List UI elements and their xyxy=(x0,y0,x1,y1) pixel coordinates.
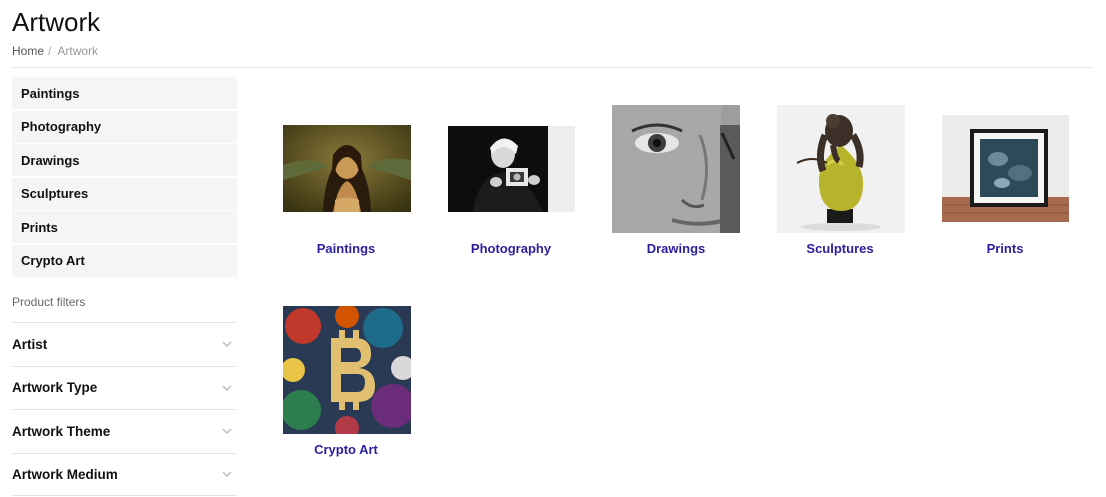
category-drawings[interactable]: Drawings xyxy=(12,144,237,177)
product-label[interactable]: Photography xyxy=(436,241,586,256)
pencil-drawing-of-face-image[interactable] xyxy=(612,105,740,233)
category-paintings[interactable]: Paintings xyxy=(12,77,237,109)
product-card-crypto-art[interactable]: Crypto Art xyxy=(271,305,421,465)
filter-label: Artwork Type xyxy=(12,380,98,396)
category-prints[interactable]: Prints xyxy=(12,211,237,244)
product-card-paintings[interactable]: Paintings xyxy=(271,104,421,264)
chevron-down-icon xyxy=(222,385,232,391)
product-card-photography[interactable]: Photography xyxy=(436,104,586,264)
product-label[interactable]: Sculptures xyxy=(765,241,915,256)
breadcrumb: Home / Artwork xyxy=(12,44,98,58)
mona-lisa-painting-image[interactable] xyxy=(283,125,411,212)
page-title: Artwork xyxy=(12,7,101,37)
filter-artwork-type[interactable]: Artwork Type xyxy=(12,365,237,410)
chevron-down-icon xyxy=(222,428,232,435)
product-label[interactable]: Prints xyxy=(930,241,1080,256)
header-divider xyxy=(12,67,1092,68)
breadcrumb-home[interactable]: Home xyxy=(12,44,44,58)
filter-label: Artist xyxy=(12,336,48,352)
product-card-sculptures[interactable]: Sculptures xyxy=(765,104,915,264)
filter-artwork-medium[interactable]: Artwork Medium xyxy=(12,452,237,496)
filter-label: Artwork Theme xyxy=(12,423,111,439)
category-photography[interactable]: Photography xyxy=(12,110,237,143)
breadcrumb-separator: / xyxy=(48,44,52,58)
product-filters-label: Product filters xyxy=(12,295,86,309)
gorilla-on-pear-sculpture-image[interactable] xyxy=(777,105,905,233)
product-label[interactable]: Drawings xyxy=(601,241,751,256)
bw-portrait-with-camera-image[interactable] xyxy=(448,126,575,212)
chevron-down-icon xyxy=(222,341,232,348)
filter-list: Artist Artwork Type Artwork Theme Artwor… xyxy=(12,322,237,496)
category-list: Paintings Photography Drawings Sculpture… xyxy=(12,77,237,279)
product-card-prints[interactable]: Prints xyxy=(930,104,1080,264)
chevron-down-icon xyxy=(222,471,232,478)
framed-print-image[interactable] xyxy=(942,115,1069,222)
product-label[interactable]: Paintings xyxy=(271,241,421,256)
filter-label: Artwork Medium xyxy=(12,466,118,482)
product-card-drawings[interactable]: Drawings xyxy=(601,104,751,264)
filter-artwork-theme[interactable]: Artwork Theme xyxy=(12,409,237,453)
filter-artist[interactable]: Artist xyxy=(12,322,237,366)
breadcrumb-current: Artwork xyxy=(57,44,99,58)
category-sculptures[interactable]: Sculptures xyxy=(12,177,237,210)
bitcoin-painting-image[interactable] xyxy=(283,306,411,434)
product-label[interactable]: Crypto Art xyxy=(271,442,421,457)
category-crypto-art[interactable]: Crypto Art xyxy=(12,244,237,277)
